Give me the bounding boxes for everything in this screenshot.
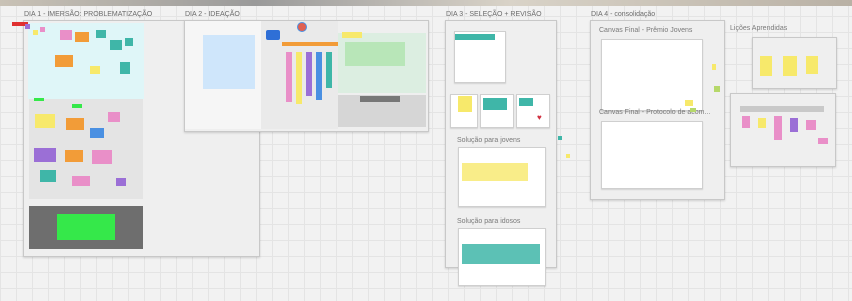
sticky-note[interactable]	[566, 154, 570, 158]
label-solucao-jovens: Solução para jovens	[457, 137, 521, 144]
section-title-dia1: DIA 1 - IMERSÃO: PROBLEMATIZAÇÃO	[24, 11, 153, 18]
sticky-note[interactable]	[90, 66, 100, 74]
sticky-note[interactable]	[483, 98, 507, 110]
label-canvas-premio: Canvas Final - Prêmio Jovens	[599, 27, 693, 34]
sticky-note[interactable]	[110, 40, 122, 50]
section-title-dia3: DIA 3 - SELEÇÃO + REVISÃO	[446, 11, 542, 18]
sticky-cluster[interactable]	[90, 128, 104, 138]
sticky-note[interactable]	[758, 118, 766, 128]
sticky-note[interactable]	[783, 56, 797, 76]
sticky-note[interactable]	[760, 56, 772, 76]
sticky-note[interactable]	[712, 64, 716, 70]
sticky-cluster[interactable]	[66, 118, 84, 130]
sticky-note[interactable]	[342, 32, 362, 38]
sticky-column[interactable]	[296, 52, 302, 104]
header-row[interactable]	[740, 106, 824, 112]
sticky-grid[interactable]	[462, 244, 540, 264]
sticky-cluster[interactable]	[65, 150, 83, 162]
sticky-column[interactable]	[326, 52, 332, 88]
sticky-column[interactable]	[306, 52, 312, 96]
sticky-note[interactable]	[714, 86, 720, 92]
dia2-brief[interactable]	[185, 21, 261, 129]
label-solucao-idosos: Solução para idosos	[457, 218, 521, 225]
teal-row[interactable]	[455, 34, 495, 40]
sticky-note[interactable]	[60, 30, 72, 40]
sticky-grid[interactable]	[462, 163, 528, 181]
dia1-dark-board[interactable]	[29, 206, 143, 249]
section-title-dia2: DIA 2 - IDEAÇÃO	[185, 11, 240, 18]
sticky-cluster[interactable]	[92, 150, 112, 164]
sticky-note[interactable]	[33, 30, 38, 35]
blue-notes-card[interactable]	[203, 35, 255, 89]
top-strip	[0, 0, 852, 6]
label-licoes: Lições Aprendidas	[730, 25, 788, 32]
frame-dia3[interactable]	[445, 20, 557, 286]
frame-licoes-2[interactable]	[730, 93, 836, 167]
sticky-cluster[interactable]	[35, 114, 55, 128]
orange-header-row[interactable]	[282, 42, 338, 46]
sticky-cluster[interactable]	[72, 176, 90, 186]
sticky-note[interactable]	[125, 38, 133, 46]
sticky-cluster[interactable]	[34, 148, 56, 162]
sticky-note[interactable]	[96, 30, 106, 38]
sticky-note[interactable]	[55, 55, 73, 67]
sticky-note[interactable]	[806, 120, 816, 130]
sticky-note[interactable]	[818, 138, 828, 144]
sticky-note[interactable]	[120, 62, 130, 74]
sticky-note[interactable]	[72, 104, 82, 108]
sticky-note[interactable]	[458, 96, 472, 112]
sticky-column[interactable]	[316, 52, 322, 100]
sticky-grid[interactable]	[345, 42, 405, 66]
sticky-note[interactable]	[742, 116, 750, 128]
frame-dia4[interactable]: Canvas Final - Prêmio Jovens Canvas Fina…	[590, 20, 725, 200]
sticky-note[interactable]	[774, 116, 782, 140]
sticky-note[interactable]	[75, 32, 89, 42]
sticky-note[interactable]	[34, 98, 44, 101]
sticky-note[interactable]	[690, 108, 696, 112]
sticky-cluster[interactable]	[40, 170, 56, 182]
sticky-note[interactable]	[25, 24, 30, 29]
sticky-note[interactable]	[685, 100, 693, 106]
sticky-note[interactable]	[40, 27, 45, 32]
heart-icon: ♥	[537, 113, 542, 122]
sticky-note[interactable]	[806, 56, 818, 74]
sticky-note[interactable]	[519, 98, 533, 106]
canvas-protocolo[interactable]	[601, 121, 703, 189]
sticky-note[interactable]	[790, 118, 798, 132]
avatar-icon[interactable]	[297, 22, 307, 32]
green-summary-card[interactable]	[57, 214, 115, 240]
sticky-cluster[interactable]	[108, 112, 120, 122]
blue-callout[interactable]	[266, 30, 280, 40]
sticky-column[interactable]	[286, 52, 292, 102]
sticky-note[interactable]	[558, 136, 562, 140]
gray-bar[interactable]	[360, 96, 400, 102]
section-title-dia4: DIA 4 - consolidação	[591, 11, 656, 18]
sticky-cluster[interactable]	[116, 178, 126, 186]
